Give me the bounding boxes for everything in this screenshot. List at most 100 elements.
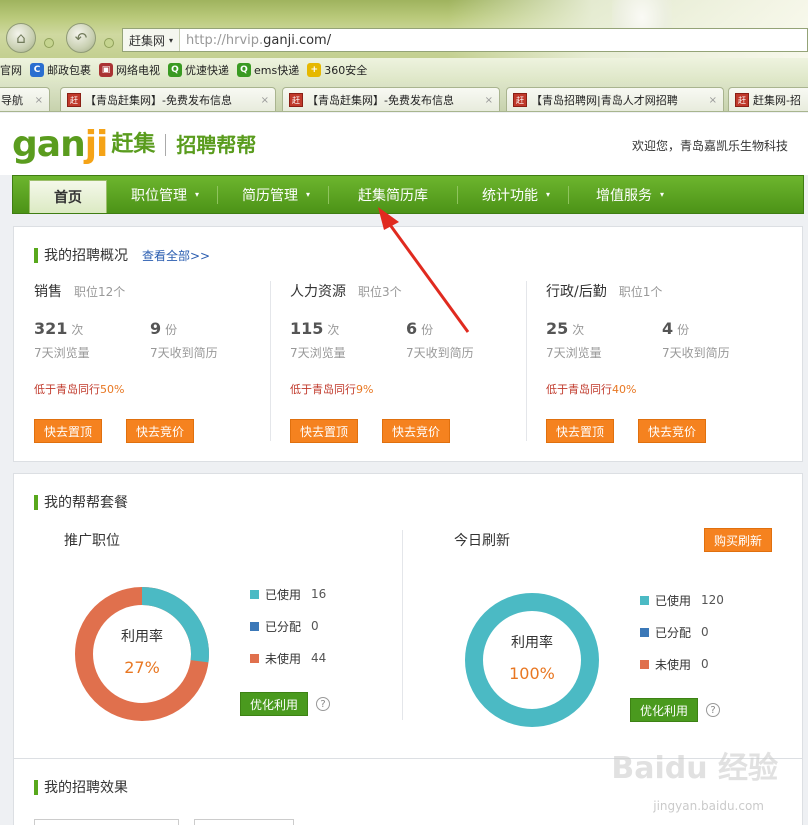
overview-card: 我的招聘概况 查看全部>> 销售 职位12个 321 次 7天浏览量 9 份 7天收到简历 低于… bbox=[13, 226, 803, 462]
today-refresh-center: 利用率 100% bbox=[492, 632, 572, 683]
filter-select[interactable] bbox=[34, 819, 179, 825]
title-bar bbox=[34, 494, 38, 510]
resumes-unit: 份 bbox=[421, 323, 434, 337]
legend-label: 已分配 bbox=[265, 619, 302, 634]
nav-divider bbox=[568, 185, 569, 204]
comparison-text: 低于青岛同行 bbox=[546, 383, 612, 396]
logo-latin: ganji bbox=[12, 124, 108, 165]
favorite-item[interactable]: ▣ 网络电视 bbox=[99, 62, 160, 78]
favorite-label: 优速快递 bbox=[185, 64, 229, 77]
overview-title: 我的招聘概况 查看全部>> bbox=[34, 245, 210, 265]
today-refresh-legend: 已使用 120 已分配 0 未使用 0 bbox=[640, 584, 724, 680]
optimize-button-right[interactable]: 优化利用 bbox=[630, 698, 699, 722]
address-bar[interactable]: 赶集网 ▾ http://hrvip.ganji.com/ bbox=[122, 28, 808, 52]
favorite-item[interactable]: Qems快递 bbox=[237, 62, 299, 78]
nav-item[interactable]: 增值服务 ▾ bbox=[575, 176, 685, 213]
nav-item[interactable]: 简历管理 ▾ bbox=[224, 176, 328, 213]
buy-refresh-button[interactable]: 购买刷新 bbox=[704, 528, 773, 552]
comparison-percent: 9% bbox=[356, 383, 374, 396]
favorite-icon: C bbox=[30, 63, 44, 77]
views-unit: 次 bbox=[71, 323, 84, 337]
back-dropdown-dot[interactable] bbox=[104, 38, 114, 48]
views-label: 7天浏览量 bbox=[546, 346, 602, 360]
favorite-item[interactable]: 官网 bbox=[0, 62, 22, 78]
nav-item-label: 首页 bbox=[54, 190, 82, 206]
legend-swatch bbox=[250, 621, 259, 631]
browser-tab[interactable]: 赶【青岛招聘网|青岛人才网招聘 × bbox=[506, 87, 724, 111]
column-divider bbox=[270, 281, 271, 441]
bid-button[interactable]: 快去竞价 bbox=[126, 419, 195, 443]
url-text[interactable]: http://hrvip.ganji.com/ bbox=[180, 33, 331, 48]
ganji-favicon: 赶 bbox=[289, 93, 303, 107]
favorite-item[interactable]: Q 优速快递 bbox=[168, 62, 229, 78]
pin-top-button[interactable]: 快去置顶 bbox=[290, 419, 359, 443]
legend-item: 已分配 0 bbox=[640, 616, 724, 648]
favorite-icon: Q bbox=[237, 63, 251, 77]
views-value: 115 次 bbox=[290, 319, 346, 338]
legend-item: 未使用 44 bbox=[250, 642, 326, 674]
views-unit: 次 bbox=[327, 323, 340, 337]
favorite-item[interactable]: C 邮政包裹 bbox=[30, 62, 91, 78]
favorites-bar: 官网 C 邮政包裹 ▣ 网络电视 Q 优速快递 Qems快递 +360安全 bbox=[0, 58, 808, 82]
filter-select[interactable] bbox=[194, 819, 294, 825]
resumes-label: 7天收到简历 bbox=[406, 346, 474, 360]
nav-item[interactable]: 首页 bbox=[29, 180, 107, 213]
bid-button[interactable]: 快去竞价 bbox=[638, 419, 707, 443]
logo-subtitle: 招聘帮帮 bbox=[176, 133, 257, 157]
optimize-button-left[interactable]: 优化利用 bbox=[240, 692, 309, 716]
nav-item[interactable]: 统计功能 ▾ bbox=[464, 176, 568, 213]
legend-item: 已使用 16 bbox=[250, 578, 326, 610]
browser-tab[interactable]: 赶【青岛赶集网】-免费发布信息 × bbox=[282, 87, 500, 111]
close-icon[interactable]: × bbox=[485, 95, 493, 106]
category-name[interactable]: 销售 bbox=[34, 284, 62, 300]
ganji-logo[interactable]: ganji 赶集 招聘帮帮 bbox=[12, 125, 256, 165]
legend-item: 已使用 120 bbox=[640, 584, 724, 616]
site-menu[interactable]: 赶集网 ▾ bbox=[123, 29, 181, 51]
effect-title: 我的招聘效果 bbox=[34, 777, 128, 797]
views-label: 7天浏览量 bbox=[34, 346, 90, 360]
legend-item: 已分配 0 bbox=[250, 610, 326, 642]
back-button[interactable]: ↶ bbox=[66, 23, 96, 53]
favorite-icon: ▣ bbox=[99, 63, 113, 77]
help-icon[interactable]: ? bbox=[706, 703, 720, 717]
favorite-icon: + bbox=[307, 63, 322, 77]
nav-item[interactable]: 赶集简历库 bbox=[329, 176, 457, 213]
home-dropdown-dot[interactable] bbox=[44, 38, 54, 48]
nav-item[interactable]: 职位管理 ▾ bbox=[113, 176, 217, 213]
category-name[interactable]: 行政/后勤 bbox=[546, 284, 607, 300]
home-button[interactable]: ⌂ bbox=[6, 23, 36, 53]
resumes-value: 9份 bbox=[150, 319, 218, 338]
favorite-item[interactable]: +360安全 bbox=[307, 62, 367, 78]
browser-tab[interactable]: 赶【青岛赶集网】-免费发布信息 × bbox=[60, 87, 276, 111]
legend-label: 未使用 bbox=[655, 657, 692, 672]
browser-tab[interactable]: 导航 × bbox=[0, 87, 50, 111]
views-number: 321 bbox=[34, 319, 68, 338]
usage-label: 利用率 bbox=[121, 629, 163, 645]
pin-top-button[interactable]: 快去置顶 bbox=[546, 419, 615, 443]
nav-divider bbox=[217, 185, 218, 204]
job-count: 职位12个 bbox=[74, 285, 126, 299]
bid-button[interactable]: 快去竞价 bbox=[382, 419, 451, 443]
peer-comparison: 低于青岛同行50% bbox=[34, 381, 124, 397]
nav-item-label: 统计功能 bbox=[481, 187, 538, 204]
resumes-label: 7天收到简历 bbox=[150, 346, 218, 360]
nav-item-label: 增值服务 bbox=[595, 187, 652, 204]
pin-top-button[interactable]: 快去置顶 bbox=[34, 419, 103, 443]
close-icon[interactable]: × bbox=[35, 95, 43, 106]
help-icon[interactable]: ? bbox=[316, 697, 330, 711]
view-all-link[interactable]: 查看全部>> bbox=[142, 247, 210, 264]
promo-jobs-center: 利用率 27% bbox=[102, 626, 182, 677]
tab-title: 赶集网-招 bbox=[753, 94, 801, 107]
chevron-down-icon: ▾ bbox=[305, 190, 310, 199]
category-name[interactable]: 人力资源 bbox=[290, 284, 346, 300]
tab-title: 【青岛招聘网|青岛人才网招聘 bbox=[531, 94, 678, 107]
home-icon: ⌂ bbox=[16, 29, 26, 47]
resumes-stat: 6 份 7天收到简历 bbox=[406, 319, 474, 361]
nav-item-label: 简历管理 bbox=[241, 187, 298, 204]
close-icon[interactable]: × bbox=[261, 95, 269, 106]
browser-tab[interactable]: 赶赶集网-招 bbox=[728, 87, 808, 111]
close-icon[interactable]: × bbox=[709, 95, 717, 106]
views-number: 25 bbox=[546, 319, 569, 338]
peer-comparison: 低于青岛同行9% bbox=[290, 381, 373, 397]
chevron-down-icon: ▾ bbox=[545, 190, 550, 199]
